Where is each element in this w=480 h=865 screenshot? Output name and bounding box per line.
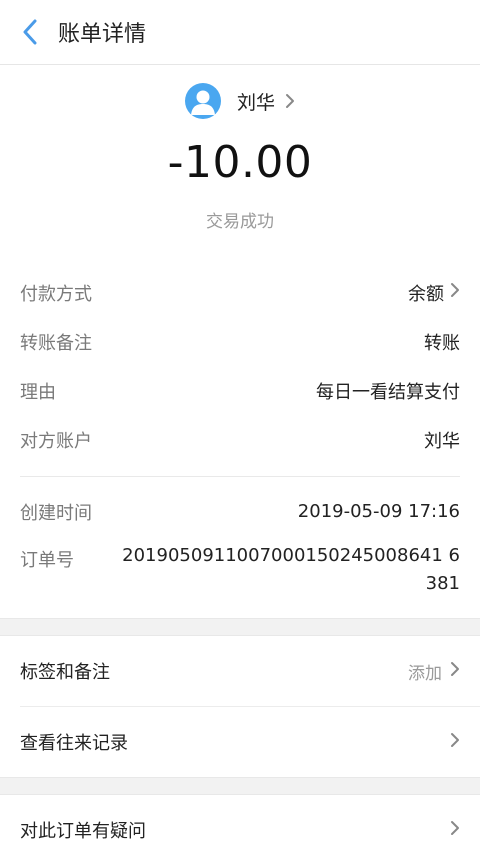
history-label: 查看往来记录: [20, 733, 128, 754]
created-time-row: 创建时间 2019-05-09 17:16: [0, 487, 480, 536]
divider: [20, 476, 460, 477]
reason-label: 理由: [20, 381, 56, 403]
chevron-right-icon: [450, 732, 460, 753]
chevron-right-icon: [450, 282, 460, 303]
transfer-note-value: 转账: [424, 332, 460, 354]
order-number-row: 订单号 2019050911007000150245008641 6381: [0, 536, 480, 598]
transfer-note-row: 转账备注 转账: [0, 317, 480, 366]
payee-name: 刘华: [236, 91, 275, 114]
user-icon: [190, 90, 215, 115]
tags-notes-label: 标签和备注: [20, 662, 110, 683]
back-button[interactable]: [6, 0, 54, 64]
chevron-right-icon: [450, 661, 460, 682]
section-separator: [0, 777, 480, 795]
avatar: [184, 83, 221, 119]
chevron-right-icon: [285, 93, 295, 109]
created-time-label: 创建时间: [20, 502, 92, 524]
created-time-value: 2019-05-09 17:16: [297, 501, 460, 522]
tags-notes-action-wrap: 添加: [408, 659, 460, 684]
payment-method-value-wrap: 余额: [408, 280, 460, 306]
detail-list: 付款方式 余额 转账备注 转账 理由 每日一看结算支付 对方账户 刘华 创建时间…: [0, 268, 480, 598]
payee-summary: 刘华 -10.00 交易成功: [0, 65, 480, 232]
transfer-note-label: 转账备注: [20, 332, 92, 354]
add-link[interactable]: 添加: [408, 659, 442, 684]
question-chevron-wrap: [450, 820, 460, 841]
reason-row: 理由 每日一看结算支付: [0, 366, 480, 415]
counterparty-label: 对方账户: [20, 430, 92, 452]
chevron-right-icon: [450, 820, 460, 841]
payment-method-value: 余额: [408, 283, 444, 305]
payment-method-row[interactable]: 付款方式 余额: [0, 268, 480, 317]
history-chevron-wrap: [450, 732, 460, 753]
section-separator: [0, 618, 480, 636]
order-question-row[interactable]: 对此订单有疑问: [0, 795, 480, 865]
payee-link[interactable]: 刘华: [184, 83, 295, 119]
payment-method-label: 付款方式: [20, 283, 92, 305]
transaction-amount: -10.00: [167, 137, 313, 188]
counterparty-value: 刘华: [424, 430, 460, 452]
top-bar: 账单详情: [0, 0, 480, 65]
page-title: 账单详情: [58, 22, 147, 47]
counterparty-row: 对方账户 刘华: [0, 415, 480, 464]
reason-value: 每日一看结算支付: [316, 381, 460, 403]
history-row[interactable]: 查看往来记录: [0, 707, 480, 777]
transaction-status: 交易成功: [206, 212, 274, 232]
order-number-label: 订单号: [20, 550, 74, 571]
tags-notes-row[interactable]: 标签和备注 添加: [0, 636, 480, 706]
chevron-left-icon: [22, 19, 38, 45]
order-number-value: 2019050911007000150245008641 6381: [122, 545, 460, 594]
